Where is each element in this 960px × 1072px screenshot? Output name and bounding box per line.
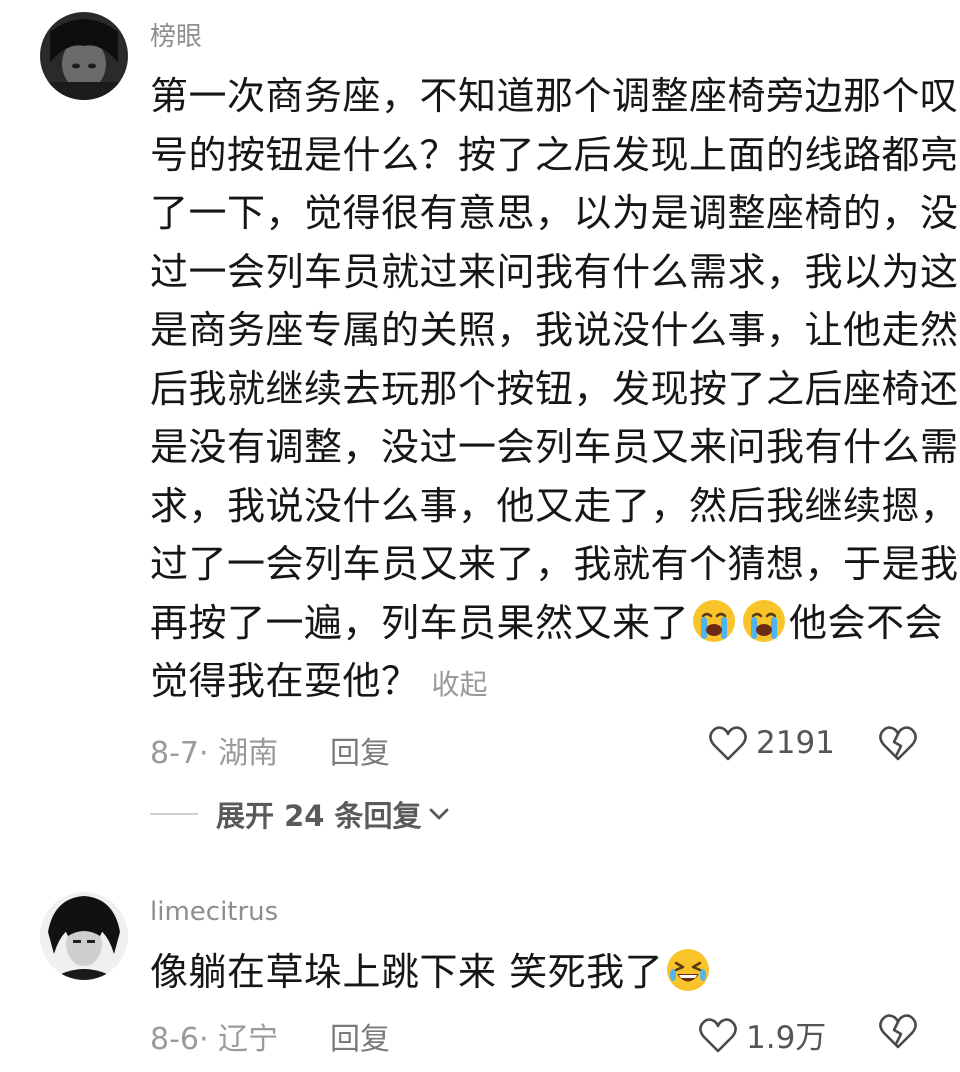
comment-line-suffix: 他会不会 xyxy=(789,600,944,645)
expand-replies-row: 展开 24 条回复 xyxy=(150,793,450,835)
loudly-crying-emoji xyxy=(743,599,786,642)
loudly-crying-emoji xyxy=(693,599,736,642)
date-location: 8-7· 湖南 xyxy=(150,736,279,771)
broken-heart-icon xyxy=(879,726,917,761)
like-count: 1.9万 xyxy=(746,1020,827,1056)
collapse-button[interactable]: 收起 xyxy=(432,668,488,701)
comment-line: 像躺在草垛上跳下来 笑死我了 xyxy=(150,943,920,1002)
comment-line: 第一次商务座，不知道那个调整座椅旁边那个叹 xyxy=(150,74,959,118)
user-avatar[interactable] xyxy=(40,892,128,980)
date-location: 8-6· 辽宁 xyxy=(150,1022,279,1057)
comment-line: 再按了一遍，列车员果然又来了 他会不会 xyxy=(150,594,943,653)
comment-line: 号的按钮是什么？按了之后发现上面的线路都亮 xyxy=(150,132,959,177)
comment-line: 了一下，觉得很有意思，以为是调整座椅的，没 xyxy=(150,191,959,235)
dislike-button[interactable] xyxy=(878,1012,918,1054)
expand-replies-button[interactable]: 展开 24 条回复 xyxy=(216,793,450,835)
like-button[interactable]: 1.9万 xyxy=(698,1012,826,1057)
comment-line: 过一会列车员就过来问我有什么需求，我以为这 xyxy=(150,249,959,294)
like-button[interactable]: 2191 xyxy=(708,724,835,762)
comment-line-prefix: 再按了一遍，列车员果然又来了 xyxy=(150,600,690,645)
comment-line-text: 觉得我在耍他？ xyxy=(150,659,420,703)
broken-heart-icon xyxy=(879,1014,917,1049)
username[interactable]: limecitrus xyxy=(150,897,278,927)
comment-line: 觉得我在耍他？ 收起 xyxy=(150,652,920,715)
comment-line: 求，我说没什么事，他又走了，然后我继续摁， xyxy=(150,483,959,528)
expand-replies-label: 展开 24 条回复 xyxy=(216,799,422,833)
heart-outline-icon xyxy=(709,726,747,761)
like-count: 2191 xyxy=(756,725,835,761)
comment-text: 像躺在草垛上跳下来 笑死我了 xyxy=(150,943,920,1002)
username[interactable]: 榜眼 xyxy=(150,16,202,53)
comment-line: 过了一会列车员又来了，我就有个猜想，于是我 xyxy=(150,542,959,586)
heart-outline-icon xyxy=(699,1017,737,1052)
comment-line-text: 像躺在草垛上跳下来 笑死我了 xyxy=(150,950,664,994)
divider xyxy=(150,813,198,815)
chevron-down-icon xyxy=(429,808,448,820)
reply-button[interactable]: 回复 xyxy=(330,1014,390,1058)
dislike-button[interactable] xyxy=(878,724,918,766)
comment-line: 是商务座专属的关照，我说没什么事，让他走然 xyxy=(150,308,959,352)
rolling-laughing-emoji xyxy=(667,949,710,991)
comment-line: 是没有调整，没过一会列车员又来问我有什么需 xyxy=(150,425,959,469)
comment-line: 后我就继续去玩那个按钮，发现按了之后座椅还 xyxy=(150,366,959,411)
user-avatar[interactable] xyxy=(40,12,128,100)
reply-button[interactable]: 回复 xyxy=(330,728,390,772)
comment-text: 第一次商务座，不知道那个调整座椅旁边那个叹 号的按钮是什么？按了之后发现上面的线… xyxy=(150,67,959,715)
